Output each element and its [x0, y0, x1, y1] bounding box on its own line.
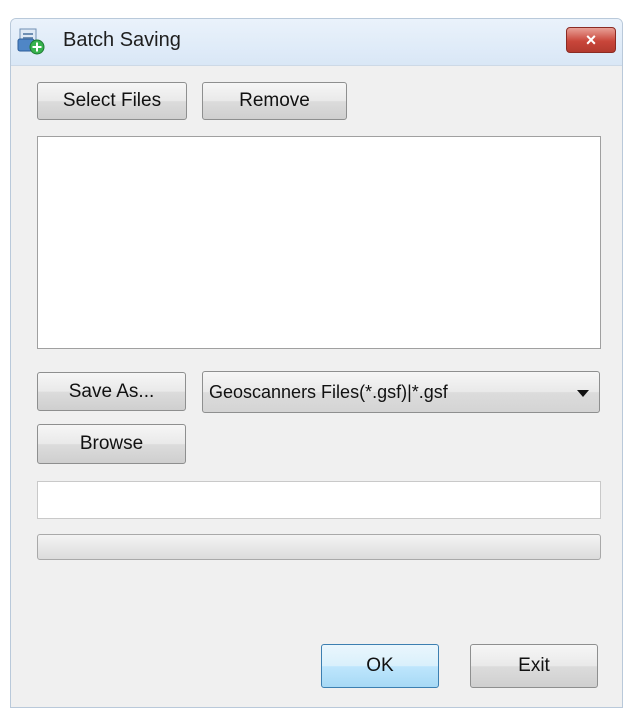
browse-button[interactable]: Browse: [37, 424, 186, 464]
format-select[interactable]: Geoscanners Files(*.gsf)|*.gsf: [202, 371, 600, 413]
output-path-field[interactable]: [37, 481, 601, 519]
chevron-down-icon: [577, 390, 589, 397]
remove-button[interactable]: Remove: [202, 82, 347, 120]
close-button[interactable]: ×: [566, 27, 616, 53]
exit-button[interactable]: Exit: [470, 644, 598, 688]
close-icon: ×: [585, 30, 597, 50]
window-title: Batch Saving: [63, 29, 181, 51]
progress-bar: [37, 534, 601, 560]
file-list[interactable]: [37, 136, 601, 349]
format-select-value: Geoscanners Files(*.gsf)|*.gsf: [209, 382, 448, 402]
batch-save-icon: [17, 27, 45, 55]
title-bar: Batch Saving ×: [11, 19, 622, 66]
batch-saving-dialog: Batch Saving × Select Files Remove Save …: [10, 18, 623, 708]
save-as-button[interactable]: Save As...: [37, 372, 186, 411]
select-files-button[interactable]: Select Files: [37, 82, 187, 120]
ok-button[interactable]: OK: [321, 644, 439, 688]
